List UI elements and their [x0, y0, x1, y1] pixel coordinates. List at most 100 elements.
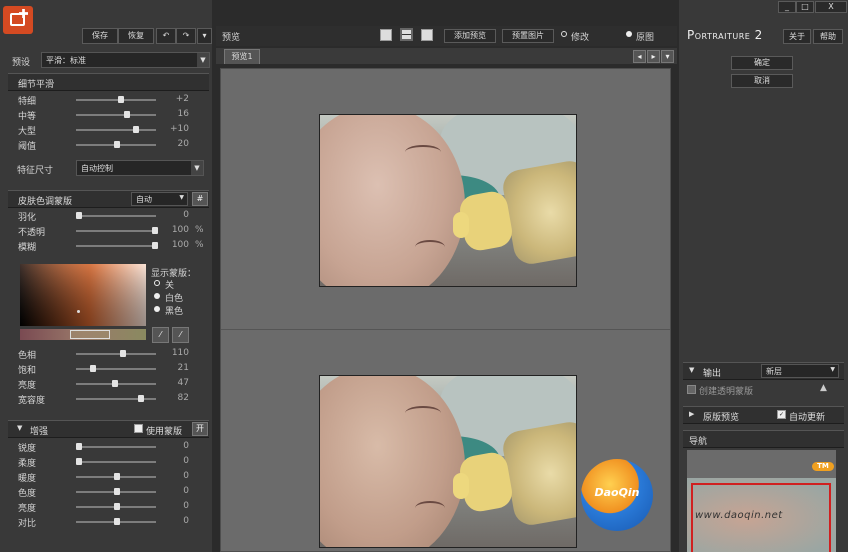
close-button[interactable]: X	[815, 1, 847, 13]
save-button[interactable]: 保存	[82, 28, 118, 44]
mask-radio[interactable]	[154, 280, 160, 286]
preview-divider[interactable]	[221, 329, 670, 330]
slider-label: 柔度	[18, 459, 37, 469]
skin-section-title: 皮肤色调蒙版	[18, 197, 73, 207]
slider-track[interactable]	[76, 368, 156, 370]
slider-thumb[interactable]	[112, 380, 118, 387]
minimize-button[interactable]: _	[778, 1, 796, 13]
restore-button[interactable]: 恢复	[118, 28, 154, 44]
slider-track[interactable]	[76, 245, 156, 247]
slider-track[interactable]	[76, 99, 156, 101]
slider-label: 亮度	[18, 381, 37, 391]
skin-mode-dropdown[interactable]: 自动 ▼	[131, 192, 188, 206]
watermark-logo: DaoQin	[581, 459, 653, 531]
tab-prev-arrow[interactable]: ◂	[633, 50, 646, 63]
slider-track[interactable]	[76, 129, 156, 131]
preview-photo-after[interactable]	[319, 114, 577, 287]
slider-thumb[interactable]	[114, 518, 120, 525]
slider-value: 110	[171, 348, 189, 358]
cancel-button[interactable]: 取消	[731, 74, 793, 88]
slider-thumb[interactable]	[114, 488, 120, 495]
slider-track[interactable]	[76, 230, 156, 232]
enhance-section-title: 增强	[30, 427, 49, 437]
slider-track[interactable]	[76, 446, 156, 448]
mask-option-label: 白色	[165, 294, 184, 304]
after-radio[interactable]	[626, 31, 632, 37]
slider-value: 0	[183, 210, 189, 220]
ok-button[interactable]: 确定	[731, 56, 793, 70]
skin-section-header: 皮肤色调蒙版 自动 ▼ #	[8, 190, 209, 208]
add-preview-button[interactable]: 添加预览	[444, 29, 496, 43]
auto-update-label: 自动更新	[789, 413, 826, 423]
slider-thumb[interactable]	[90, 365, 96, 372]
slider-track[interactable]	[76, 353, 156, 355]
slider-thumb[interactable]	[120, 350, 126, 357]
slider-track[interactable]	[76, 114, 156, 116]
redo-button[interactable]: ↷	[176, 28, 196, 44]
preset-dropdown[interactable]: 平滑：标准 ▼	[41, 52, 210, 68]
collapse-arrow-icon[interactable]: ▼	[689, 366, 694, 374]
slider-thumb[interactable]	[76, 443, 82, 450]
view-single-icon[interactable]	[380, 29, 392, 41]
mask-radio[interactable]	[154, 293, 160, 299]
expand-arrow-icon[interactable]: ▶	[689, 410, 694, 418]
preview-tab[interactable]: 预览1	[224, 49, 260, 64]
slider-label: 大型	[18, 127, 37, 137]
slider-thumb[interactable]	[152, 242, 158, 249]
mask-option-label: 黑色	[165, 307, 184, 317]
view-split-icon[interactable]	[400, 28, 413, 41]
slider-thumb[interactable]	[114, 503, 120, 510]
before-radio[interactable]	[561, 31, 567, 37]
transparent-mask-checkbox[interactable]	[687, 385, 696, 394]
slider-track[interactable]	[76, 215, 156, 217]
slider-thumb[interactable]	[114, 473, 120, 480]
hue-range-window[interactable]	[70, 330, 110, 339]
slider-label: 模糊	[18, 243, 37, 253]
color-picker[interactable]	[20, 264, 146, 326]
color-picker-gradient	[20, 264, 146, 326]
slider-unit: %	[195, 240, 204, 250]
about-button[interactable]: 关于	[783, 29, 811, 44]
slider-thumb[interactable]	[76, 212, 82, 219]
slider-thumb[interactable]	[133, 126, 139, 133]
slider-track[interactable]	[76, 398, 156, 400]
slider-thumb[interactable]	[76, 458, 82, 465]
eyedropper-icon[interactable]: ⁄	[152, 327, 169, 343]
help-button[interactable]: 帮助	[813, 29, 843, 44]
enhance-enable-button[interactable]: 开	[192, 422, 208, 436]
enhance-section-header: ▼ 增强 使用蒙版 开	[8, 420, 209, 438]
preview-photo-original[interactable]	[319, 375, 577, 548]
slider-thumb[interactable]	[114, 141, 120, 148]
slider-value: 82	[177, 393, 189, 403]
slider-thumb[interactable]	[124, 111, 130, 118]
collapse-arrow-icon[interactable]: ▼	[17, 424, 22, 432]
maximize-button[interactable]: □	[796, 1, 814, 13]
source-image-button[interactable]: 预置图片	[502, 29, 554, 43]
app-logo-icon	[3, 6, 33, 34]
watermark-logo-text: DaoQin	[594, 486, 640, 499]
tab-next-arrow[interactable]: ▸	[647, 50, 660, 63]
use-mask-checkbox[interactable]	[134, 424, 143, 433]
eyedropper-plus-icon[interactable]: ⁄	[172, 327, 189, 343]
enhance-sliders: 锐度 0 柔度 0 暖度 0 色度 0 亮度 0 对比 0	[8, 441, 209, 536]
toolbar-menu-button[interactable]: ▾	[197, 28, 212, 44]
before-label: 修改	[571, 33, 590, 43]
preview-options-header: ▶ 原版预览 ✓ 自动更新	[683, 406, 844, 424]
view-side-icon[interactable]	[421, 29, 433, 41]
eyedropper-toggle-button[interactable]: #	[192, 192, 208, 206]
detail-section-header: 细节平滑	[8, 73, 209, 91]
auto-update-checkbox[interactable]: ✓	[777, 410, 786, 419]
tab-menu-arrow[interactable]: ▾	[661, 50, 674, 63]
slider-thumb[interactable]	[118, 96, 124, 103]
feature-size-dropdown[interactable]: 自动控制 ▼	[76, 160, 204, 176]
output-dropdown[interactable]: 新层 ▼	[761, 364, 839, 378]
mask-radio[interactable]	[154, 306, 160, 312]
slider-thumb[interactable]	[152, 227, 158, 234]
slider-value: 0	[183, 486, 189, 496]
slider-thumb[interactable]	[138, 395, 144, 402]
undo-button[interactable]: ↶	[156, 28, 176, 44]
slider-track[interactable]	[76, 461, 156, 463]
detail-sliders: 特细 +2 中等 16 大型 +10 阈值 20	[8, 94, 209, 156]
hue-range-bar[interactable]	[20, 329, 146, 340]
chevron-down-icon: ▼	[179, 194, 184, 201]
